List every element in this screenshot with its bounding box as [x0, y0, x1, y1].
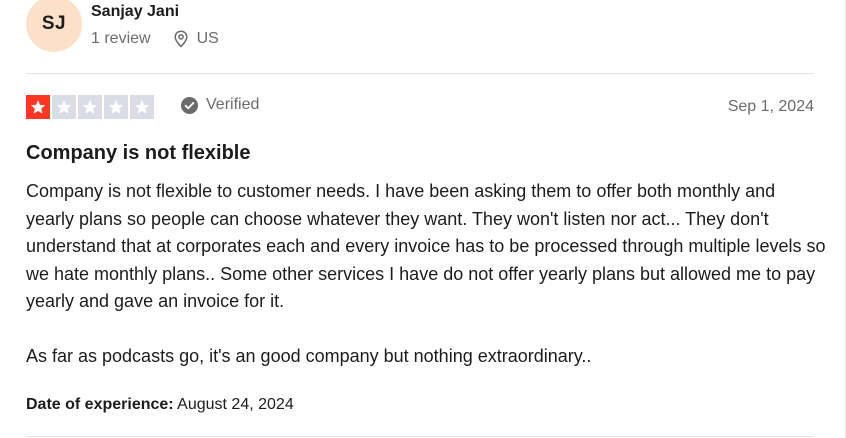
star-icon	[104, 95, 128, 119]
consumer-location: US	[173, 30, 219, 48]
review-paragraph: Company is not flexible to customer need…	[26, 181, 826, 311]
review-paragraph: As far as podcasts go, it's an good comp…	[26, 346, 592, 366]
consumer-name[interactable]: Sanjay Jani	[91, 3, 179, 21]
review-count: 1 review	[91, 30, 151, 47]
location-pin-icon	[174, 30, 188, 48]
verified-check-icon	[181, 96, 198, 114]
review-title[interactable]: Company is not flexible	[26, 142, 250, 165]
star-icon	[78, 95, 102, 119]
star-icon	[52, 95, 76, 119]
star-icon	[130, 95, 154, 119]
review-card: SJ Sanjay Jani 1 review US Verified Sep …	[0, 0, 846, 438]
avatar[interactable]: SJ	[26, 0, 82, 52]
verified-badge[interactable]: Verified	[181, 96, 259, 114]
review-date: Sep 1, 2024	[727, 98, 814, 115]
date-of-experience: Date of experience: August 24, 2024	[26, 396, 294, 414]
footer-divider	[26, 436, 814, 437]
star-rating	[26, 95, 154, 119]
consumer-meta: 1 review US	[91, 30, 219, 48]
verified-label: Verified	[206, 96, 260, 113]
experience-label: Date of experience:	[26, 396, 174, 413]
country-code: US	[196, 30, 219, 47]
review-body: Company is not flexible to customer need…	[26, 178, 826, 371]
header-divider	[26, 73, 814, 74]
experience-date: August 24, 2024	[177, 396, 294, 413]
star-icon	[26, 95, 50, 119]
avatar-initials: SJ	[41, 13, 67, 34]
